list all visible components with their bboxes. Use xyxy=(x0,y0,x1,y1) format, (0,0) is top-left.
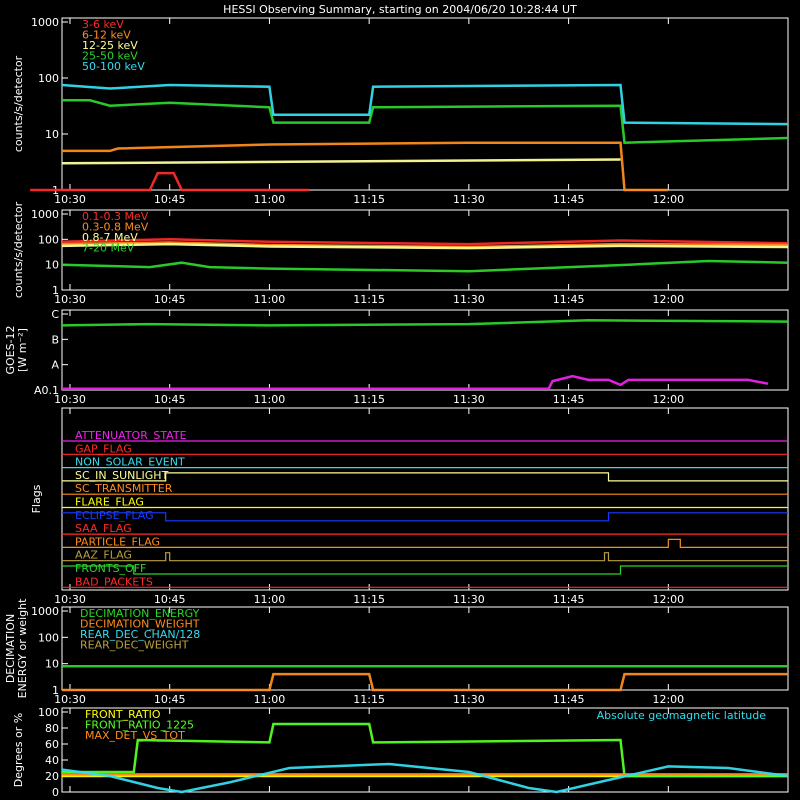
x-tick-label: 10:45 xyxy=(154,393,186,406)
x-tick-label: 11:30 xyxy=(453,693,485,706)
y-tick-label: C xyxy=(51,308,59,321)
flag-label: AAZ_FLAG xyxy=(75,549,132,562)
y-tick-label: 20 xyxy=(45,770,59,783)
y-axis-label-2: ENERGY or weight xyxy=(16,598,29,698)
flag-line xyxy=(62,512,788,522)
x-tick-label: 11:45 xyxy=(553,393,585,406)
flag-label: SC_TRANSMITTER xyxy=(75,482,173,495)
x-tick-label: 12:00 xyxy=(652,393,684,406)
x-tick-label: 11:45 xyxy=(553,293,585,306)
flag-line xyxy=(62,552,788,562)
y-tick-label: 80 xyxy=(45,722,59,735)
y-axis-label: Flags xyxy=(30,484,43,513)
annotation-label: Absolute geomagnetic latitude xyxy=(597,709,767,722)
legend-entry: REAR_DEC_WEIGHT xyxy=(80,639,189,652)
x-tick-label: 10:45 xyxy=(154,593,186,606)
legend-entry: 7-20 MeV xyxy=(82,242,135,255)
legend-entry: 50-100 keV xyxy=(82,60,145,73)
flag-label: GAP_FLAG xyxy=(75,442,132,455)
y-tick-label: 10 xyxy=(45,658,59,671)
flag-line xyxy=(62,565,788,575)
flag-label: PARTICLE_FLAG xyxy=(75,535,160,548)
x-tick-label: 10:45 xyxy=(154,193,186,206)
y-tick-label: 100 xyxy=(38,631,59,644)
y-tick-label: 1000 xyxy=(31,16,59,29)
x-tick-label: 11:30 xyxy=(453,393,485,406)
y-tick-label: 0 xyxy=(52,786,59,799)
flag-label: NON_SOLAR_EVENT xyxy=(75,456,185,469)
series-line-50-100-kev xyxy=(61,83,789,126)
panel-frame-1 xyxy=(61,209,789,291)
x-tick-label: 11:00 xyxy=(254,193,286,206)
y-tick-label: A0.1 xyxy=(34,384,59,397)
x-tick-label: 12:00 xyxy=(652,193,684,206)
y-tick-label: 40 xyxy=(45,754,59,767)
x-tick-label: 10:30 xyxy=(54,593,86,606)
x-tick-label: 10:45 xyxy=(154,293,186,306)
y-tick-label: 1 xyxy=(52,684,59,697)
x-tick-label: 12:00 xyxy=(652,293,684,306)
series-line-decimation-weight xyxy=(62,672,788,692)
x-tick-label: 11:15 xyxy=(353,593,385,606)
x-tick-label: 10:45 xyxy=(154,693,186,706)
x-tick-label: 11:00 xyxy=(254,693,286,706)
x-tick-label: 11:45 xyxy=(553,693,585,706)
x-tick-label: 11:30 xyxy=(453,193,485,206)
series-line-short xyxy=(62,374,769,390)
series-line-geomagnetic-latitude xyxy=(61,762,789,794)
y-tick-label: 1000 xyxy=(31,208,59,221)
flag-label: FLARE_FLAG xyxy=(75,496,144,509)
x-tick-label: 11:00 xyxy=(254,393,286,406)
hessi-summary-plot: HESSI Observing Summary, starting on 200… xyxy=(0,0,800,800)
x-tick-label: 11:30 xyxy=(453,593,485,606)
series-line-12-25-kev xyxy=(61,158,621,165)
flag-label: FRONTS_OFF xyxy=(75,562,146,575)
flag-label: SAA_FLAG xyxy=(75,522,132,535)
x-tick-label: 12:00 xyxy=(652,593,684,606)
x-tick-label: 11:30 xyxy=(453,293,485,306)
flag-line xyxy=(62,472,788,482)
y-axis-label: Degrees or % xyxy=(12,713,25,787)
x-tick-label: 11:15 xyxy=(353,693,385,706)
y-axis-label-2: [W m⁻²] xyxy=(16,328,29,372)
x-tick-label: 11:45 xyxy=(553,193,585,206)
y-tick-label: 10 xyxy=(45,128,59,141)
y-tick-label: B xyxy=(51,333,59,346)
x-tick-label: 11:00 xyxy=(254,293,286,306)
y-tick-label: 10 xyxy=(45,259,59,272)
y-tick-label: 100 xyxy=(38,72,59,85)
flag-label: ECLIPSE_FLAG xyxy=(75,509,154,522)
flag-line xyxy=(62,538,788,548)
plot-canvas: HESSI Observing Summary, starting on 200… xyxy=(4,3,789,799)
y-tick-label: 1000 xyxy=(31,605,59,618)
flag-label: SC_IN_SUNLIGHT xyxy=(75,469,169,482)
legend-entry: MAX_DET_VS_TOT xyxy=(85,729,185,742)
series-line-7-20-mev xyxy=(61,259,789,273)
series-line-25-50-kev xyxy=(62,99,789,144)
x-tick-label: 11:00 xyxy=(254,593,286,606)
flag-label: BAD_PACKETS xyxy=(75,575,153,588)
y-tick-label: 60 xyxy=(45,738,59,751)
y-axis-label: counts/s/detector xyxy=(12,55,25,152)
y-tick-label: A xyxy=(51,359,59,372)
y-tick-label: 100 xyxy=(38,706,59,719)
series-line-long xyxy=(61,319,789,327)
flag-label: ATTENUATOR_STATE xyxy=(75,429,187,442)
y-axis-label: counts/s/detector xyxy=(12,201,25,298)
plot-title: HESSI Observing Summary, starting on 200… xyxy=(223,3,577,16)
y-tick-label: 1 xyxy=(52,284,59,297)
x-tick-label: 11:45 xyxy=(553,593,585,606)
x-tick-label: 11:15 xyxy=(353,293,385,306)
y-tick-label: 100 xyxy=(38,233,59,246)
x-tick-label: 12:00 xyxy=(652,693,684,706)
x-tick-label: 11:15 xyxy=(353,393,385,406)
x-tick-label: 11:15 xyxy=(353,193,385,206)
